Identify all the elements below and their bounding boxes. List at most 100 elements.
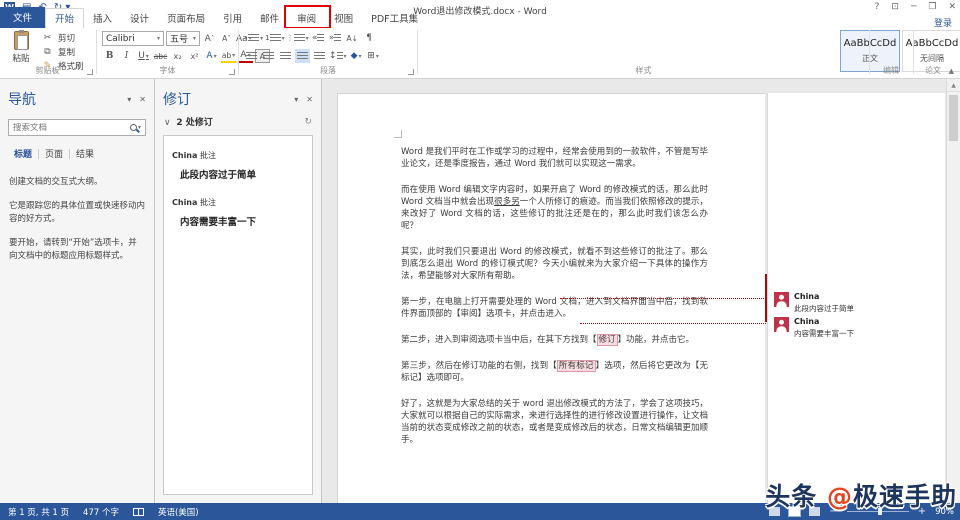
font-dialog-launcher[interactable] (229, 69, 235, 75)
italic-icon[interactable]: I (119, 49, 134, 63)
doc-paragraph[interactable]: 第三步，然后在修订功能的右侧，找到【所有标记】选项，然后将它更改为【无标记】选项… (401, 360, 708, 384)
nav-tabs: 标题页面结果 (8, 145, 146, 162)
clipboard-dialog-launcher[interactable] (87, 69, 93, 75)
minimize-icon[interactable]: ─ (911, 2, 916, 12)
paragraph-dialog-launcher[interactable] (408, 69, 414, 75)
ribbon-tab[interactable]: 设计 (121, 9, 158, 28)
line-spacing-icon[interactable]: ↕▾ (329, 49, 347, 63)
search-input[interactable] (13, 123, 130, 133)
grow-font-icon[interactable]: Aˆ (202, 32, 217, 46)
proofing-icon[interactable] (133, 508, 144, 516)
copy-button[interactable]: ⧉复制 (40, 45, 84, 58)
revisions-refresh-icon[interactable]: ↻ (304, 117, 312, 127)
navigation-pane-title: 导航 (8, 89, 36, 109)
restore-icon[interactable]: ❐ (928, 2, 936, 12)
numbering-icon[interactable]: 1▾ (265, 31, 284, 45)
ribbon-tab[interactable]: 页面布局 (158, 9, 214, 28)
doc-paragraph[interactable]: 第二步，进入到审阅选项卡当中后，在其下方找到【修订】功能，并点击它。 (401, 334, 708, 346)
margin-comment[interactable]: China内容需要丰富一下 (774, 317, 854, 339)
subscript-icon[interactable]: x₂ (170, 49, 185, 63)
sort-icon[interactable]: A↓ (345, 31, 360, 45)
multilevel-list-icon[interactable]: ⋮▾ (287, 31, 309, 45)
nav-description-paragraph: 它是跟踪您的具体位置或快速移动内容的好方式。 (9, 200, 145, 226)
revisions-pane-close-icon[interactable]: ✕ (306, 95, 313, 104)
word-window: W ▤ ↶ ↻ ▾ Word退出修改模式.docx - Word ? ⊡ ─ ❐… (0, 0, 960, 520)
text-effects-icon[interactable]: A▾ (204, 49, 219, 63)
revisions-list: China 批注此段内容过于简单 China 批注内容需要丰富一下 (163, 135, 313, 495)
doc-paragraph[interactable]: 好了，这就是为大家总结的关于 word 退出修改模式的方法了，学会了这项技巧，大… (401, 398, 708, 446)
paper-group: 论文查重 论文 (914, 28, 952, 78)
word-count[interactable]: 477 个字 (83, 506, 119, 518)
align-right-icon[interactable] (278, 49, 293, 63)
highlight-color-icon[interactable]: ab▾ (221, 49, 236, 63)
ribbon-tab[interactable]: 视图 (325, 9, 362, 28)
collapse-ribbon-icon[interactable]: ▲ (949, 67, 954, 75)
search-icon[interactable] (130, 124, 137, 131)
language-indicator[interactable]: 英语(美国) (158, 506, 199, 518)
ribbon-tab[interactable]: PDF工具集 (362, 9, 427, 28)
doc-paragraph[interactable]: 而在使用 Word 编辑文字内容时，如果开启了 Word 的修改模式的话，那么此… (401, 184, 708, 232)
ribbon-display-icon[interactable]: ⊡ (891, 2, 899, 12)
shading-icon[interactable]: ◆▾ (349, 49, 364, 63)
ribbon-tab[interactable]: 邮件 (251, 9, 288, 28)
revisions-collapse-icon[interactable]: ∨ (164, 118, 176, 128)
doc-paragraph[interactable]: 第一步，在电脑上打开需要处理的 Word 文档，进入到文档界面当中后，找到软件界… (401, 296, 708, 320)
decrease-indent-icon[interactable]: « (311, 31, 326, 45)
font-group: Calibri▾ 五号▾ Aˆ Aˇ Aa▾ B I U▾ abc x₂ x² … (98, 28, 237, 78)
font-name-combo[interactable]: Calibri▾ (102, 31, 164, 46)
watermark: 头条 @极速手助 (765, 477, 957, 513)
nav-tab[interactable]: 标题 (8, 145, 38, 162)
clipboard-group-label: 剪贴板 (0, 65, 95, 76)
styles-group: AaBbCcDd正文AaBbCcDd无间隔AaBb标题 1AaBbC标题 2Aa… (419, 28, 868, 78)
nav-description-paragraph: 要开始，请转到“开始”选项卡，并向文档中的标题应用标题样式。 (9, 237, 145, 263)
strikethrough-icon[interactable]: abc (153, 49, 168, 63)
doc-paragraph[interactable]: Word 是我们平时在工作或学习的过程中，经常会使用到的一款软件，不管是写毕业论… (401, 146, 708, 170)
superscript-icon[interactable]: x² (187, 49, 202, 63)
distribute-icon[interactable] (312, 49, 327, 63)
shrink-font-icon[interactable]: Aˇ (219, 32, 234, 46)
revision-item[interactable]: China 批注内容需要丰富一下 (172, 197, 304, 228)
help-icon[interactable]: ? (875, 2, 880, 12)
revisions-pane-menu-icon[interactable]: ▾ (294, 95, 298, 104)
revision-item[interactable]: China 批注此段内容过于简单 (172, 150, 304, 181)
underline-icon[interactable]: U▾ (136, 49, 151, 63)
align-center-icon[interactable] (261, 49, 276, 63)
revisions-pane: 修订 ▾ ✕ ∨ 2 处修订 ↻ China 批注此段内容过于简单China 批… (155, 79, 322, 503)
title-bar: W ▤ ↶ ↻ ▾ Word退出修改模式.docx - Word ? ⊡ ─ ❐… (0, 0, 960, 28)
paste-icon (14, 31, 29, 50)
nav-pane-menu-icon[interactable]: ▾ (127, 95, 131, 104)
show-marks-icon[interactable]: ¶ (362, 31, 377, 45)
margin-crop-mark (394, 130, 402, 138)
comment-margin: China此段内容过于简单 China内容需要丰富一下 (767, 93, 945, 503)
ribbon: 粘贴 ✂剪切 ⧉复制 ✎格式刷 剪贴板 Calibri▾ 五号▾ Aˆ Aˇ A… (0, 28, 960, 79)
align-left-icon[interactable] (244, 49, 259, 63)
margin-comment[interactable]: China此段内容过于简单 (774, 292, 854, 314)
scrollbar-thumb[interactable] (949, 95, 958, 141)
close-icon[interactable]: ✕ (948, 2, 956, 12)
doc-paragraph[interactable]: 其实，此时我们只要退出 Word 的修改模式，就看不到这些修订的批注了。那么到底… (401, 246, 708, 282)
cut-button[interactable]: ✂剪切 (40, 31, 84, 44)
search-box[interactable]: ▾ (8, 119, 146, 136)
bold-icon[interactable]: B (102, 49, 117, 63)
ribbon-tabs: 文件开始插入设计页面布局引用邮件审阅视图PDF工具集 (0, 11, 427, 28)
ribbon-tab[interactable]: 审阅 (288, 9, 325, 28)
scroll-up-icon[interactable]: ▲ (947, 79, 960, 92)
ribbon-tab[interactable]: 开始 (45, 8, 84, 28)
ribbon-tab[interactable]: 引用 (214, 9, 251, 28)
justify-icon[interactable] (295, 49, 310, 63)
copy-icon: ⧉ (40, 45, 55, 59)
borders-icon[interactable]: ⊞▾ (366, 49, 381, 63)
ribbon-tab[interactable]: 文件 (0, 7, 45, 28)
ribbon-tab[interactable]: 插入 (84, 9, 121, 28)
font-group-label: 字体 (98, 65, 237, 76)
nav-pane-close-icon[interactable]: ✕ (139, 95, 146, 104)
nav-tab[interactable]: 结果 (70, 145, 100, 162)
bullets-icon[interactable]: •▾ (244, 31, 263, 45)
increase-indent-icon[interactable]: » (328, 31, 343, 45)
font-size-combo[interactable]: 五号▾ (166, 31, 200, 46)
vertical-scrollbar[interactable]: ▲ (946, 79, 960, 503)
comment-author-icon (774, 292, 789, 307)
nav-tab[interactable]: 页面 (39, 145, 69, 162)
page-indicator[interactable]: 第 1 页, 共 1 页 (8, 506, 69, 518)
editing-group-label: 编辑 (870, 65, 912, 76)
